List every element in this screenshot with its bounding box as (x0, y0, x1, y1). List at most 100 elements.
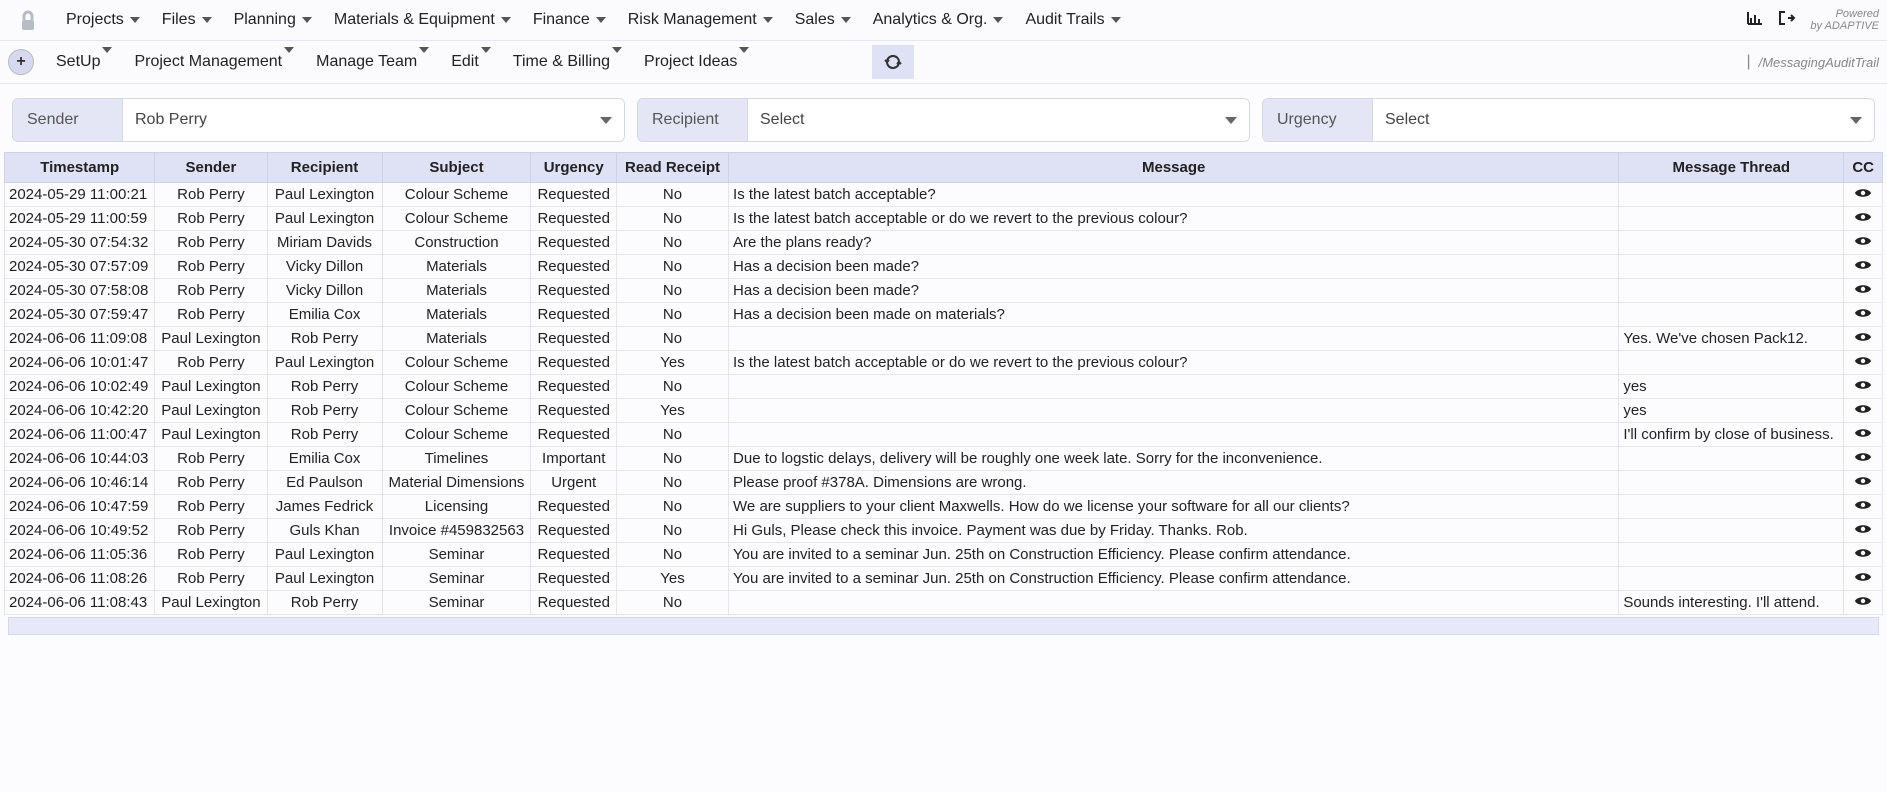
secondnav-item-setup[interactable]: SetUp (56, 53, 112, 71)
eye-icon[interactable] (1854, 210, 1872, 227)
cell-read-receipt: No (617, 447, 729, 471)
secondnav-item-time-billing[interactable]: Time & Billing (513, 53, 622, 71)
refresh-button[interactable] (872, 45, 914, 79)
cell-timestamp: 2024-06-06 10:49:52 (5, 519, 155, 543)
chart-icon[interactable] (1746, 10, 1764, 31)
cell-sender: Rob Perry (155, 231, 267, 255)
eye-icon[interactable] (1854, 570, 1872, 587)
cell-message-thread: I'll confirm by close of business. (1619, 423, 1844, 447)
col-header-timestamp[interactable]: Timestamp (5, 153, 155, 183)
cell-subject: Construction (382, 231, 531, 255)
eye-icon[interactable] (1854, 594, 1872, 611)
cell-cc (1844, 399, 1883, 423)
cell-recipient: Vicky Dillon (267, 255, 382, 279)
eye-icon[interactable] (1854, 426, 1872, 443)
table-row: 2024-06-06 11:08:43Paul LexingtonRob Per… (5, 591, 1883, 615)
cell-timestamp: 2024-06-06 10:47:59 (5, 495, 155, 519)
topnav-item-files[interactable]: Files (162, 11, 212, 29)
cell-read-receipt: No (617, 207, 729, 231)
table-row: 2024-06-06 10:49:52Rob PerryGuls KhanInv… (5, 519, 1883, 543)
eye-icon[interactable] (1854, 498, 1872, 515)
table-row: 2024-06-06 11:09:08Paul LexingtonRob Per… (5, 327, 1883, 351)
cell-subject: Materials (382, 255, 531, 279)
eye-icon[interactable] (1854, 450, 1872, 467)
col-header-cc[interactable]: CC (1844, 153, 1883, 183)
cell-sender: Rob Perry (155, 495, 267, 519)
cell-cc (1844, 279, 1883, 303)
cell-message (729, 399, 1619, 423)
cell-urgency: Requested (531, 327, 617, 351)
eye-icon[interactable] (1854, 402, 1872, 419)
cell-subject: Colour Scheme (382, 207, 531, 231)
topnav-item-label: Audit Trails (1025, 11, 1104, 29)
filter-urgency-select[interactable]: Select (1373, 99, 1874, 141)
cell-message-thread (1619, 231, 1844, 255)
eye-icon[interactable] (1854, 354, 1872, 371)
eye-icon[interactable] (1854, 474, 1872, 491)
topnav-item-analytics-org-[interactable]: Analytics & Org. (873, 11, 1004, 29)
eye-icon[interactable] (1854, 306, 1872, 323)
col-header-urgency[interactable]: Urgency (531, 153, 617, 183)
chevron-down-icon (600, 117, 612, 124)
logout-icon[interactable] (1778, 10, 1796, 31)
topnav-item-materials-equipment[interactable]: Materials & Equipment (334, 11, 511, 29)
topnav-item-projects[interactable]: Projects (66, 11, 140, 29)
cell-urgency: Requested (531, 303, 617, 327)
cell-message: Has a decision been made? (729, 255, 1619, 279)
topnav-item-planning[interactable]: Planning (234, 11, 312, 29)
cell-read-receipt: No (617, 471, 729, 495)
caret-down-icon (130, 17, 140, 23)
breadcrumb: |/MessagingAuditTrail (1746, 53, 1879, 71)
table-row: 2024-05-29 11:00:59Rob PerryPaul Lexingt… (5, 207, 1883, 231)
col-header-read-receipt[interactable]: Read Receipt (617, 153, 729, 183)
col-header-message-thread[interactable]: Message Thread (1619, 153, 1844, 183)
eye-icon[interactable] (1854, 282, 1872, 299)
filter-sender-value: Rob Perry (135, 111, 207, 129)
secondnav-item-manage-team[interactable]: Manage Team (316, 53, 429, 71)
col-header-sender[interactable]: Sender (155, 153, 267, 183)
cell-message-thread (1619, 351, 1844, 375)
cell-sender: Rob Perry (155, 303, 267, 327)
cell-urgency: Requested (531, 519, 617, 543)
cell-message-thread (1619, 447, 1844, 471)
eye-icon[interactable] (1854, 522, 1872, 539)
topnav-item-risk-management[interactable]: Risk Management (628, 11, 773, 29)
secondnav-item-project-ideas[interactable]: Project Ideas (644, 53, 749, 71)
secondnav-item-edit[interactable]: Edit (451, 53, 491, 71)
secondnav-item-project-management[interactable]: Project Management (134, 53, 294, 71)
cell-timestamp: 2024-06-06 11:05:36 (5, 543, 155, 567)
cell-recipient: Paul Lexington (267, 351, 382, 375)
caret-down-icon (596, 17, 606, 23)
col-header-subject[interactable]: Subject (382, 153, 531, 183)
cell-urgency: Requested (531, 543, 617, 567)
eye-icon[interactable] (1854, 546, 1872, 563)
eye-icon[interactable] (1854, 258, 1872, 275)
eye-icon[interactable] (1854, 234, 1872, 251)
topnav-item-finance[interactable]: Finance (533, 11, 606, 29)
filter-recipient-label: Recipient (638, 99, 748, 141)
filter-sender-select[interactable]: Rob Perry (123, 99, 624, 141)
col-header-recipient[interactable]: Recipient (267, 153, 382, 183)
eye-icon[interactable] (1854, 378, 1872, 395)
cell-message: Hi Guls, Please check this invoice. Paym… (729, 519, 1619, 543)
caret-down-icon (501, 17, 511, 23)
topnav-item-sales[interactable]: Sales (795, 11, 851, 29)
cell-cc (1844, 375, 1883, 399)
cell-subject: Materials (382, 279, 531, 303)
cell-recipient: Rob Perry (267, 423, 382, 447)
cell-recipient: James Fedrick (267, 495, 382, 519)
cell-subject: Colour Scheme (382, 423, 531, 447)
eye-icon[interactable] (1854, 330, 1872, 347)
col-header-message[interactable]: Message (729, 153, 1619, 183)
secondnav-item-label: Time & Billing (513, 53, 610, 70)
topnav-item-audit-trails[interactable]: Audit Trails (1025, 11, 1120, 29)
caret-down-icon (993, 17, 1003, 23)
eye-icon[interactable] (1854, 186, 1872, 203)
add-button[interactable]: + (8, 49, 34, 75)
table-row: 2024-05-29 11:00:21Rob PerryPaul Lexingt… (5, 183, 1883, 207)
cell-read-receipt: No (617, 183, 729, 207)
cell-read-receipt: No (617, 423, 729, 447)
cell-cc (1844, 255, 1883, 279)
cell-urgency: Requested (531, 495, 617, 519)
filter-recipient-select[interactable]: Select (748, 99, 1249, 141)
